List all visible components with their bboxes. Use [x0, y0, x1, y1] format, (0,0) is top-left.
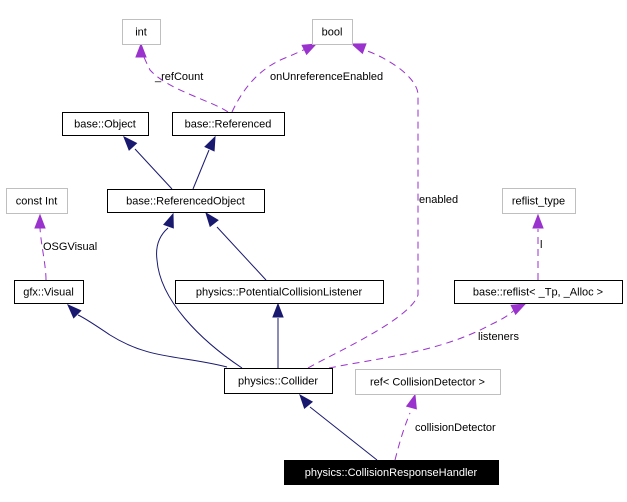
arrowhead-collider-to-reflist [510, 303, 527, 316]
node-constint: const Int [6, 188, 68, 214]
node-label-reflisttype: reflist_type [512, 196, 565, 208]
arrowhead-crh-to-collider [299, 393, 314, 410]
node-label-object: base::Object [74, 119, 136, 131]
node-reflist[interactable]: base::reflist< _Tp, _Alloc > [454, 280, 623, 304]
edge-collider-to-bool [307, 46, 419, 369]
node-label-visual: gfx::Visual [23, 287, 74, 299]
node-label-reflist: base::reflist< _Tp, _Alloc > [473, 287, 603, 299]
arrowhead-collider-to-bool [350, 43, 367, 55]
edge-label-visual-to-constint: OSGVisual [43, 241, 97, 253]
edge-refobj-to-referenced [192, 149, 210, 190]
edge-collider-to-visual [77, 314, 228, 368]
edge-label-crh-to-refcd: collisionDetector [415, 422, 496, 434]
arrowhead-referenced-to-bool [301, 43, 318, 56]
arrowhead-collider-to-refobj [163, 212, 174, 229]
collaboration-diagram: int boolbase::Object base::Referencedbase:… [6, 19, 623, 485]
node-collider[interactable]: physics::Collider [224, 368, 333, 394]
edge-label-reflist-to-reflisttype: l [540, 239, 542, 251]
node-label-referenced: base::Referenced [185, 119, 272, 131]
node-object[interactable]: base::Object [62, 112, 149, 136]
node-label-collider: physics::Collider [238, 376, 318, 388]
edge-pcl-to-refobj [216, 226, 267, 281]
node-int: int [122, 19, 161, 45]
arrowhead-visual-to-constint [34, 213, 46, 229]
node-crh[interactable]: physics::CollisionResponseHandler [284, 460, 499, 485]
edge-crh-to-collider [309, 406, 378, 461]
node-label-int: int [135, 27, 147, 39]
node-reflisttype: reflist_type [502, 188, 576, 214]
arrowhead-refobj-to-object [123, 135, 138, 151]
node-label-pcl: physics::PotentialCollisionListener [196, 287, 363, 299]
node-refcd: ref< CollisionDetector > [355, 369, 501, 395]
node-referenced[interactable]: base::Referenced [172, 112, 285, 136]
edge-crh-to-refcd [394, 412, 411, 461]
arrowhead-refobj-to-referenced [204, 135, 216, 152]
node-label-refcd: ref< CollisionDetector > [370, 377, 485, 389]
edge-label-referenced-to-bool: onUnreferenceEnabled [270, 71, 383, 83]
edge-visual-to-constint [39, 227, 47, 281]
node-label-constint: const Int [16, 196, 58, 208]
arrowhead-crh-to-refcd [405, 393, 417, 410]
node-label-refobj: base::ReferencedObject [126, 196, 245, 208]
node-pcl[interactable]: physics::PotentialCollisionListener [175, 280, 384, 304]
node-label-bool: bool [322, 27, 343, 39]
edge-label-collider-to-bool: enabled [419, 194, 458, 206]
edge-label-referenced-to-int: _refCount [154, 71, 203, 83]
arrowhead-pcl-to-refobj [205, 211, 219, 228]
node-visual[interactable]: gfx::Visual [14, 280, 84, 304]
edge-label-collider-to-reflist: listeners [478, 331, 519, 343]
edge-refobj-to-object [134, 148, 173, 190]
node-refobj[interactable]: base::ReferencedObject [107, 189, 265, 213]
arrowhead-referenced-to-int [135, 42, 147, 58]
node-bool: bool [312, 19, 353, 45]
arrowhead-collider-to-pcl [272, 302, 284, 318]
nodes-layer: int boolbase::Object base::Referencedbase:… [6, 19, 623, 485]
arrowhead-reflist-to-reflisttype [532, 213, 544, 229]
node-label-crh: physics::CollisionResponseHandler [305, 467, 478, 479]
edges-layer [34, 42, 544, 461]
